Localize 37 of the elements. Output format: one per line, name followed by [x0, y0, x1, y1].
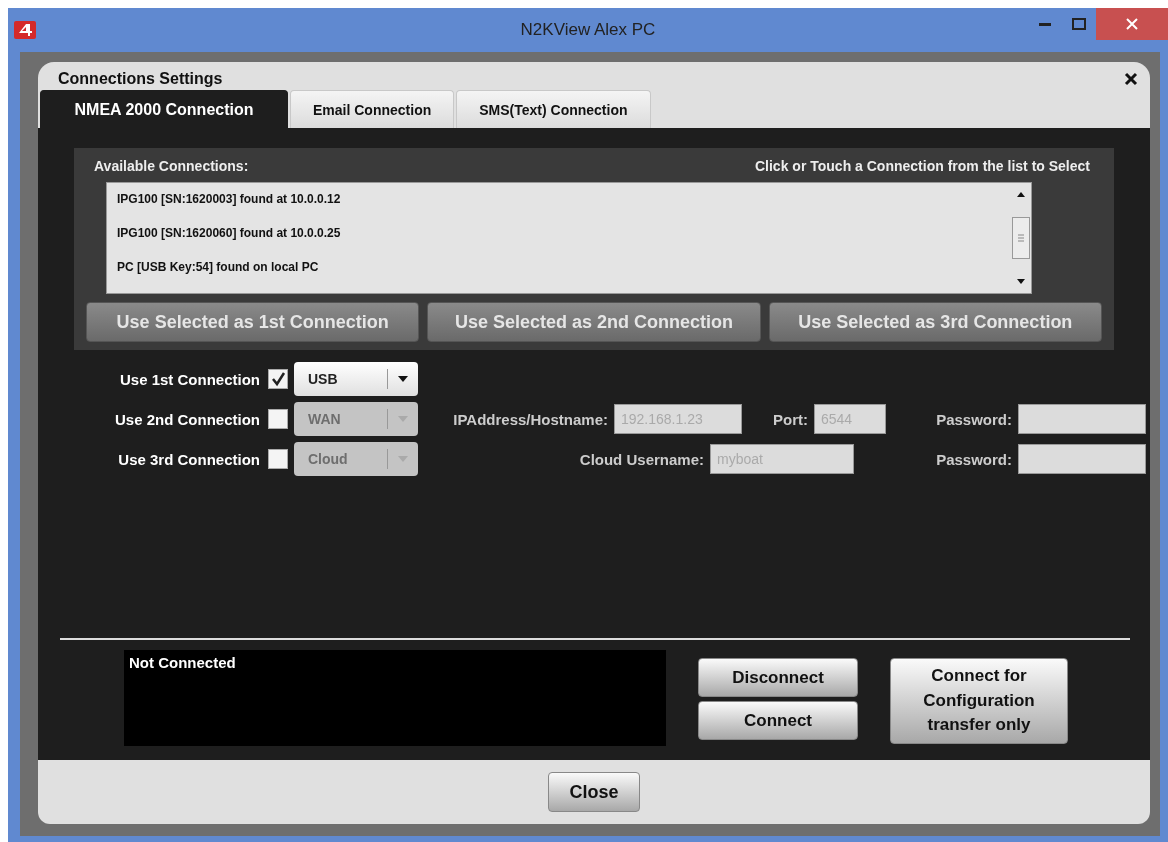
connection-label: Use 3rd Connection — [117, 450, 261, 468]
connection-type-dropdown[interactable]: USB — [294, 362, 418, 396]
list-item[interactable]: IPG100 [SN:1620060] found at 10.0.0.25 — [117, 221, 1001, 255]
close-button[interactable] — [1096, 8, 1168, 40]
field-label: Password: — [936, 450, 1012, 468]
tab[interactable]: Email Connection — [290, 90, 455, 128]
checkbox[interactable] — [268, 449, 288, 469]
checkbox[interactable] — [268, 409, 288, 429]
checkbox[interactable] — [268, 369, 288, 389]
connection-label: Use 1st Connection — [118, 370, 261, 388]
app-logo-icon — [14, 21, 36, 39]
tab[interactable]: SMS(Text) Connection — [456, 90, 651, 128]
close-dialog-button[interactable]: Close — [548, 772, 640, 812]
field-label: IPAddress/Hostname: — [453, 410, 608, 428]
connection-label: Use 2nd Connection — [114, 410, 261, 428]
status-text: Not Connected — [129, 654, 236, 671]
dropdown-arrow-icon — [398, 455, 408, 463]
section-label: Available Connections: — [94, 158, 249, 174]
close-icon[interactable] — [1124, 72, 1138, 86]
config-connect-button[interactable]: Connect for Configuration transfer only — [890, 658, 1068, 744]
dropdown-arrow-icon — [398, 375, 408, 383]
field-label: Port: — [773, 410, 808, 428]
minimize-icon — [1039, 22, 1051, 26]
dialog-title: Connections Settings — [58, 70, 223, 88]
window-title: N2KView Alex PC — [519, 20, 657, 40]
field-label: Password: — [936, 410, 1012, 428]
maximize-icon — [1072, 18, 1086, 30]
list-item[interactable]: PC [USB Key:54] found on local PC — [117, 255, 1001, 289]
grip-icon — [1018, 233, 1024, 243]
dropdown-arrow-icon — [398, 415, 408, 423]
connection-button[interactable]: Connect — [698, 701, 858, 740]
close-icon — [1126, 18, 1138, 30]
list-item[interactable]: IPG100 [SN:1620003] found at 10.0.0.12 — [117, 187, 1001, 221]
tab[interactable]: NMEA 2000 Connection — [40, 90, 288, 128]
connection-button[interactable]: Disconnect — [698, 658, 858, 697]
hint-text: Click or Touch a Connection from the list to Select — [755, 158, 1090, 174]
field-label: Cloud Username: — [579, 450, 704, 468]
